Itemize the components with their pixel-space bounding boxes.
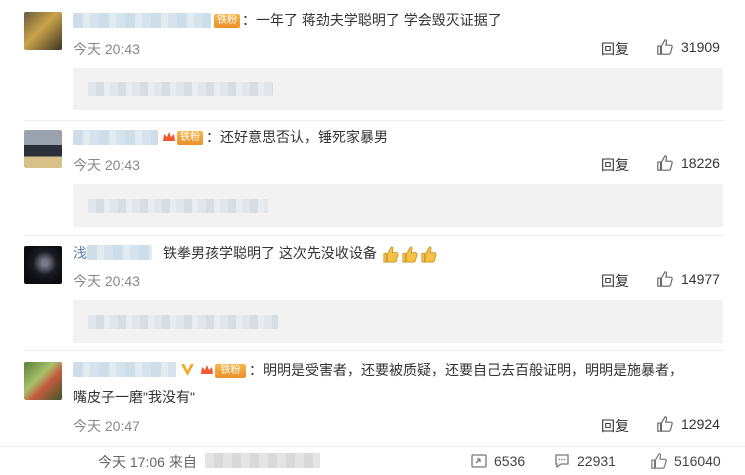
comment-count-button[interactable]: 22931: [553, 452, 616, 470]
post-time-source: 今天 17:06 来自: [98, 454, 197, 470]
like-count: 14977: [681, 271, 720, 287]
fan-badge: 铁粉: [177, 131, 203, 145]
comment-time: 今天 20:43: [73, 273, 140, 289]
post-like-count: 516040: [674, 453, 721, 469]
username-redacted[interactable]: [87, 245, 152, 260]
redacted-reply: [88, 315, 278, 329]
thumbs-up-icon: [657, 39, 673, 55]
thumbs-up-emoji-icon: [383, 246, 399, 263]
redacted-reply: [88, 82, 273, 96]
verified-v-icon: [181, 364, 194, 376]
comment-item: 铁粉 ：还好意思否认，锤死家暴男 今天 20:43 回复 18226: [0, 120, 745, 235]
sub-reply-box: [73, 300, 723, 343]
repost-count: 6536: [494, 453, 526, 469]
thumbs-up-icon: [651, 453, 667, 469]
username-redacted[interactable]: [73, 13, 211, 28]
username-redacted[interactable]: [73, 362, 176, 377]
comment-time: 今天 20:47: [73, 418, 140, 434]
like-button[interactable]: 18226: [656, 154, 720, 172]
like-button[interactable]: 14977: [656, 270, 720, 288]
sub-reply-box: [73, 68, 723, 110]
comment-count: 22931: [577, 453, 616, 469]
comment-text: 铁拳男孩学聪明了 这次先没收设备: [163, 243, 438, 264]
post-footer: 今天 17:06 来自 6536 22931 516040: [0, 446, 745, 475]
reply-button[interactable]: 回复: [601, 416, 629, 436]
comment-text-body: 铁拳男孩学聪明了 这次先没收设备: [163, 245, 377, 261]
comment-item: 浅 铁拳男孩学聪明了 这次先没收设备 今天 20:43 回复 14977: [0, 235, 745, 350]
crown-icon: [200, 363, 214, 377]
fan-badge: 铁粉: [215, 364, 246, 378]
sub-reply-box: [73, 184, 723, 227]
repost-icon: [471, 454, 487, 468]
like-count: 31909: [681, 39, 720, 55]
thumbs-up-emoji-icon: [402, 246, 418, 263]
avatar[interactable]: [24, 12, 62, 50]
reply-button[interactable]: 回复: [601, 271, 629, 291]
fan-badge: 铁粉: [214, 14, 240, 28]
comment-text: ：一年了 蒋劲夫学聪明了 学会毁灭证据了: [242, 12, 502, 28]
thumbs-up-icon: [657, 271, 673, 287]
comment-text-line2: 嘴皮子一磨"我没有": [73, 389, 195, 405]
repost-button[interactable]: 6536: [470, 452, 525, 470]
reply-button[interactable]: 回复: [601, 155, 629, 175]
username-prefix: 浅: [73, 245, 87, 261]
comment-item: 铁粉 ：一年了 蒋劲夫学聪明了 学会毁灭证据了 今天 20:43 回复 3190…: [0, 0, 745, 118]
post-like-button[interactable]: 516040: [650, 452, 721, 470]
comment-item: 铁粉 ：明明是受害者，还要被质疑，还要自己去百般证明，明明是施暴者， 嘴皮子一磨…: [0, 350, 745, 446]
comment-text: ：明明是受害者，还要被质疑，还要自己去百般证明，明明是施暴者，: [249, 362, 683, 378]
like-button[interactable]: 31909: [656, 38, 720, 56]
username-redacted[interactable]: [73, 130, 158, 145]
reply-button[interactable]: 回复: [601, 39, 629, 59]
avatar[interactable]: [24, 246, 62, 284]
like-count: 12924: [681, 416, 720, 432]
like-button[interactable]: 12924: [656, 415, 720, 433]
redacted-source: [205, 453, 320, 468]
comment-icon: [555, 454, 569, 469]
redacted-reply: [88, 199, 268, 213]
crown-icon: [162, 130, 176, 144]
thumbs-up-icon: [657, 416, 673, 432]
avatar[interactable]: [24, 130, 62, 168]
like-count: 18226: [681, 155, 720, 171]
avatar[interactable]: [24, 362, 62, 400]
comment-time: 今天 20:43: [73, 157, 140, 173]
thumbs-up-emoji-icon: [421, 246, 437, 263]
thumbs-up-icon: [657, 155, 673, 171]
comment-time: 今天 20:43: [73, 41, 140, 57]
comment-text: ：还好意思否认，锤死家暴男: [206, 129, 388, 145]
